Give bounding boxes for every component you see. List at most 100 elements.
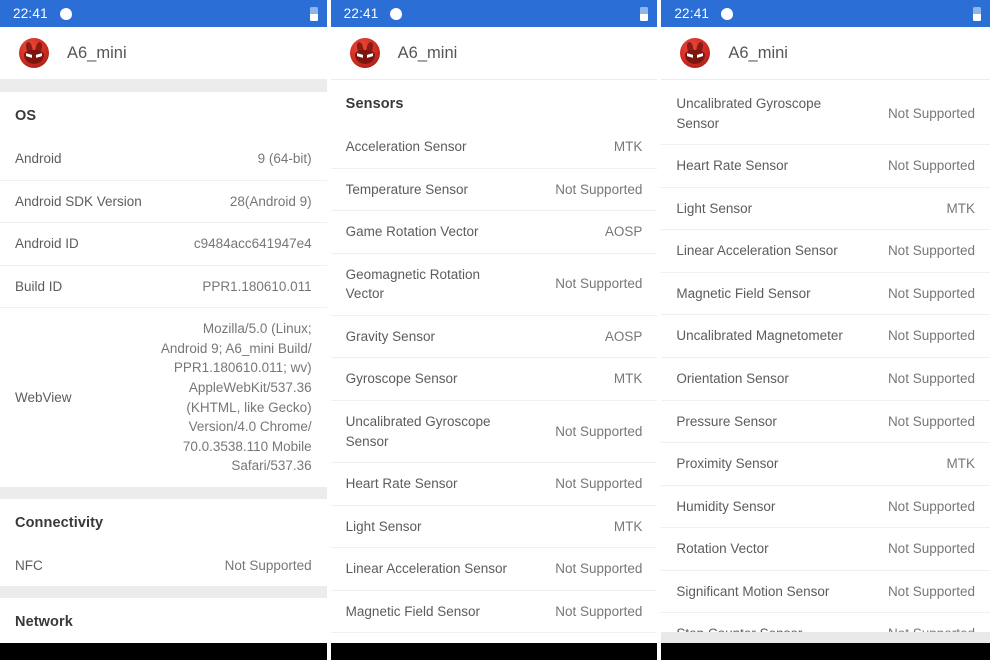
row-label: Rotation Vector xyxy=(676,541,769,557)
blob-icon xyxy=(390,7,403,20)
app-bar: A6_mini xyxy=(0,27,327,80)
row-label: Magnetic Field Sensor xyxy=(345,603,480,619)
antutu-logo-icon xyxy=(349,38,380,68)
table-row[interactable]: Android ID c9484acc641947e4 xyxy=(0,222,327,265)
table-row[interactable]: Orientation Sensor Not Supported xyxy=(661,356,990,400)
table-row[interactable]: Uncalibrated Magnetometer Not Supported xyxy=(330,632,658,643)
row-label: Temperature Sensor xyxy=(345,181,468,197)
status-bar: 22:41 xyxy=(661,0,990,27)
row-value: Not Supported xyxy=(887,158,975,174)
row-value: MTK xyxy=(946,200,976,216)
table-row[interactable]: NFC Not Supported xyxy=(0,545,327,587)
table-row[interactable]: Magnetic Field Sensor Not Supported xyxy=(330,589,658,633)
system-nav-bar xyxy=(0,643,327,660)
table-row[interactable]: Gyroscope Sensor MTK xyxy=(330,357,658,400)
status-bar-clock: 22:41 xyxy=(674,6,710,21)
table-row[interactable]: Uncalibrated Gyroscope Sensor Not Suppor… xyxy=(330,399,658,462)
row-value: MTK xyxy=(613,139,643,154)
table-row[interactable]: Gravity Sensor AOSP xyxy=(330,314,658,358)
row-label: Gravity Sensor xyxy=(345,328,435,344)
row-value: Not Supported xyxy=(887,498,975,514)
row-value: Mozilla/5.0 (Linux; Android 9; A6_mini B… xyxy=(160,321,312,474)
battery-icon xyxy=(973,6,981,21)
row-label: Heart Rate Sensor xyxy=(345,476,458,492)
row-label: Linear Acceleration Sensor xyxy=(676,243,838,259)
table-row[interactable]: Light Sensor MTK xyxy=(661,186,990,230)
table-row[interactable]: Proximity Sensor MTK xyxy=(661,442,990,485)
antutu-logo-icon xyxy=(19,38,49,68)
row-label: Step Counter Sensor xyxy=(676,624,802,632)
info-list-os[interactable]: OS Android 9 (64-bit) Android SDK Versio… xyxy=(0,80,327,643)
table-row[interactable]: Android SDK Version 28(Android 9) xyxy=(0,179,327,223)
app-bar-title: A6_mini xyxy=(728,43,788,62)
table-row[interactable]: Uncalibrated Magnetometer Not Supported xyxy=(661,314,990,357)
table-row[interactable]: Significant Motion Sensor Not Supported xyxy=(661,569,990,613)
row-label: Light Sensor xyxy=(676,200,753,216)
battery-icon xyxy=(309,6,318,21)
section-header-sensors: Sensors xyxy=(345,96,404,112)
status-bar: 22:41 xyxy=(330,0,658,27)
table-row[interactable]: Build ID PPR1.180610.011 xyxy=(0,264,327,308)
app-bar: A6_mini xyxy=(661,27,990,80)
section-header-network: Network xyxy=(15,614,73,631)
info-list-sensors[interactable]: Sensors Acceleration Sensor MTK Temperat… xyxy=(330,80,658,643)
row-value: Not Supported xyxy=(888,624,975,632)
row-value: Not Supported xyxy=(887,328,975,344)
table-row[interactable]: Humidity Sensor Not Supported xyxy=(661,484,990,528)
table-row[interactable]: Game Rotation Vector AOSP xyxy=(330,210,658,253)
section-divider-band xyxy=(0,80,327,92)
row-label: Android xyxy=(15,151,62,166)
table-row[interactable]: Geomagnetic Rotation Vector Not Supporte… xyxy=(330,252,658,315)
row-label: Pressure Sensor xyxy=(676,413,777,429)
row-label: Magnetic Field Sensor xyxy=(676,285,811,301)
table-row[interactable]: Light Sensor MTK xyxy=(330,504,658,548)
system-nav-bar xyxy=(330,643,658,660)
logo-face xyxy=(24,50,44,64)
table-row[interactable]: Step Counter Sensor Not Supported xyxy=(661,612,990,632)
row-label: Heart Rate Sensor xyxy=(676,158,789,174)
table-row[interactable]: Rotation Vector Not Supported xyxy=(661,527,990,570)
row-label: Significant Motion Sensor xyxy=(676,583,830,599)
table-row[interactable]: Heart Rate Sensor Not Supported xyxy=(330,462,658,505)
row-value: Not Supported xyxy=(555,561,643,577)
table-row[interactable]: Heart Rate Sensor Not Supported xyxy=(661,144,990,187)
blob-icon xyxy=(721,7,734,20)
screenshot-triptych: 22:41 A6_mini OS Android 9 (64-bit) Andr… xyxy=(0,0,990,660)
info-list-sensors-scrolled[interactable]: Uncalibrated Gyroscope Sensor Not Suppor… xyxy=(661,80,990,632)
section-divider-band xyxy=(0,586,327,599)
row-label: Linear Acceleration Sensor xyxy=(345,561,508,577)
table-row[interactable]: Temperature Sensor Not Supported xyxy=(330,167,658,211)
app-bar-title: A6_mini xyxy=(67,43,127,62)
row-label: WebView xyxy=(15,389,72,405)
table-row[interactable]: Android 9 (64-bit) xyxy=(0,138,327,180)
battery-icon xyxy=(640,6,649,21)
table-row[interactable]: Pressure Sensor Not Supported xyxy=(661,399,990,443)
row-label: Android SDK Version xyxy=(15,193,142,209)
logo-face xyxy=(354,50,375,64)
status-bar: 22:41 xyxy=(0,0,327,27)
row-value: c9484acc641947e4 xyxy=(193,236,312,252)
row-value: Not Supported xyxy=(887,105,975,121)
row-value: MTK xyxy=(613,518,643,534)
app-bar: A6_mini xyxy=(330,27,658,80)
row-label: Acceleration Sensor xyxy=(345,139,467,154)
section-divider-band xyxy=(0,486,327,499)
row-label: Proximity Sensor xyxy=(676,456,779,472)
row-value: Not Supported xyxy=(555,603,643,619)
section-header-connectivity: Connectivity xyxy=(15,514,104,531)
row-value: MTK xyxy=(613,371,643,387)
table-row[interactable]: Linear Acceleration Sensor Not Supported xyxy=(330,547,658,590)
device-panel-os: 22:41 A6_mini OS Android 9 (64-bit) Andr… xyxy=(0,0,327,660)
table-row[interactable]: WebView Mozilla/5.0 (Linux; Android 9; A… xyxy=(0,307,327,487)
row-label: Gyroscope Sensor xyxy=(345,371,458,387)
device-panel-sensors-top: 22:41 A6_mini Sensors Acceleration Senso… xyxy=(330,0,658,660)
row-value: Not Supported xyxy=(887,413,975,429)
row-value: 9 (64-bit) xyxy=(257,151,312,166)
table-row[interactable]: Linear Acceleration Sensor Not Supported xyxy=(661,229,990,272)
table-row[interactable]: Uncalibrated Gyroscope Sensor Not Suppor… xyxy=(661,80,990,144)
table-row[interactable]: Magnetic Field Sensor Not Supported xyxy=(661,271,990,315)
row-label: Humidity Sensor xyxy=(676,498,776,514)
row-label: Android ID xyxy=(15,236,79,252)
table-row[interactable]: Acceleration Sensor MTK xyxy=(331,126,658,168)
row-value: Not Supported xyxy=(555,181,643,197)
